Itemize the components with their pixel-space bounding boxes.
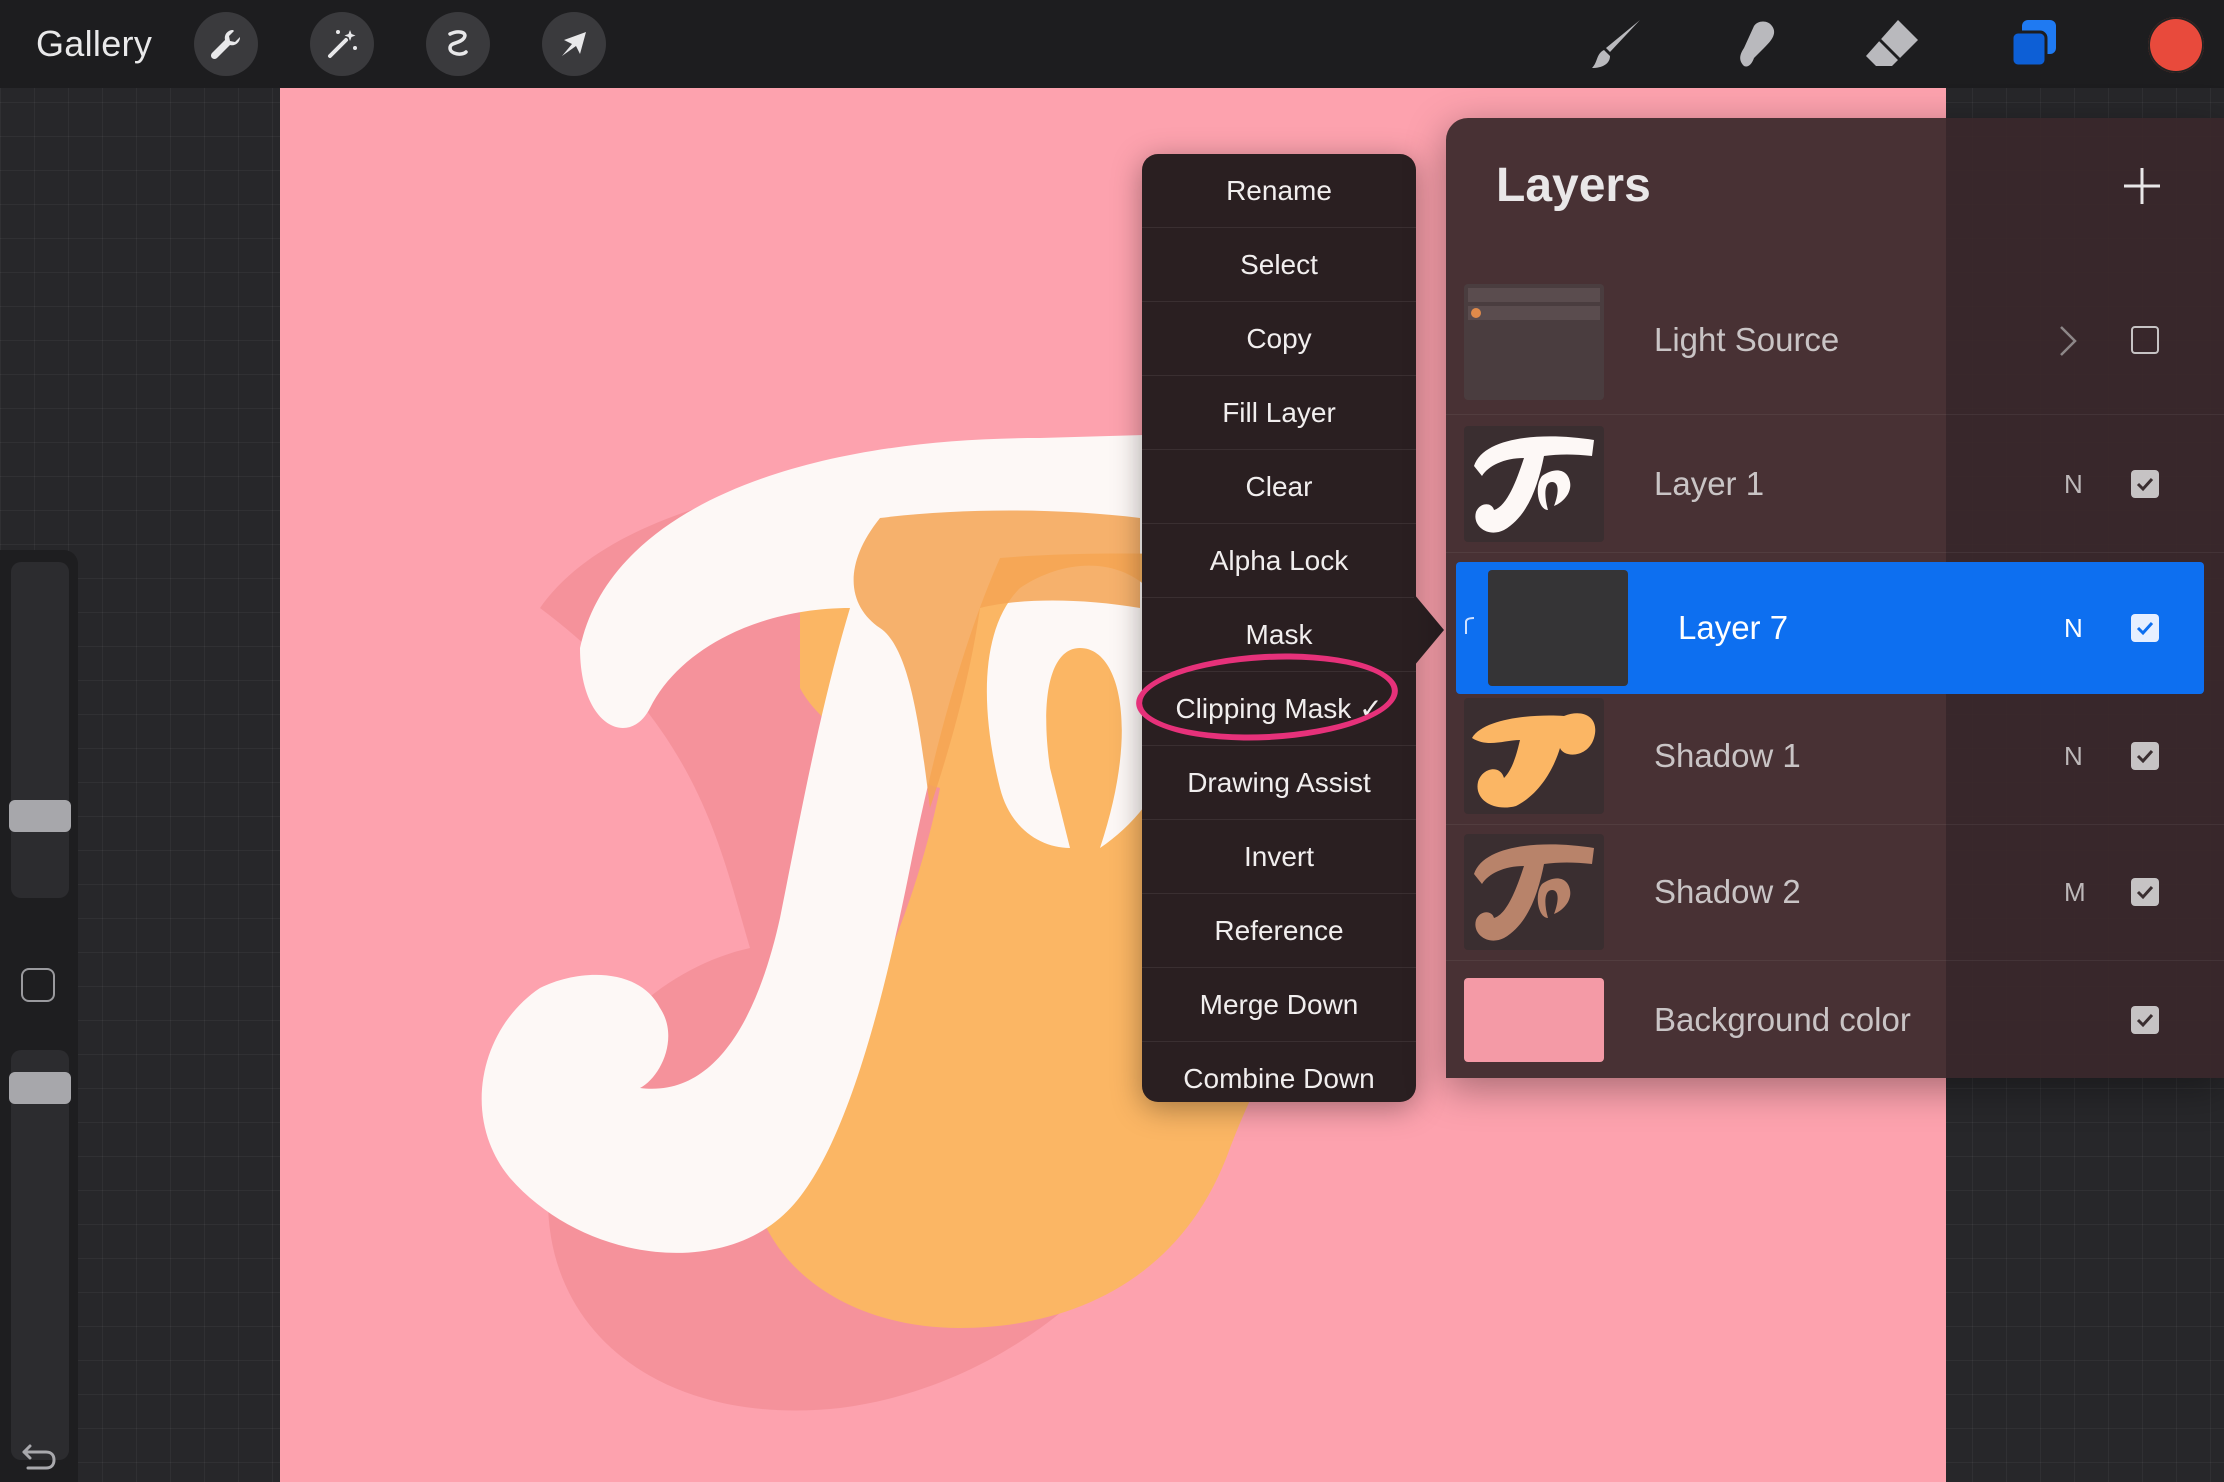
layer-thumbnail: [1464, 426, 1604, 542]
chevron-right-icon[interactable]: [2058, 324, 2078, 358]
transform-button[interactable]: [542, 12, 606, 76]
modify-button[interactable]: [21, 968, 55, 1002]
blend-mode-label[interactable]: N: [2064, 416, 2083, 552]
actions-button[interactable]: [194, 12, 258, 76]
top-toolbar: Gallery: [0, 0, 2224, 88]
undo-icon[interactable]: [20, 1440, 58, 1470]
menu-item-select[interactable]: Select: [1142, 228, 1416, 302]
menu-item-rename[interactable]: Rename: [1142, 154, 1416, 228]
blend-mode-label[interactable]: N: [2064, 688, 2083, 824]
opacity-slider[interactable]: [11, 1050, 69, 1460]
menu-item-drawing-assist[interactable]: Drawing Assist: [1142, 746, 1416, 820]
add-layer-icon[interactable]: [2122, 166, 2162, 206]
smudge-icon: [1740, 21, 1775, 67]
magic-wand-icon: [328, 30, 357, 58]
layer-row-shadow-2[interactable]: Shadow 2 M: [1446, 824, 2224, 961]
checkmark-icon: [2136, 885, 2154, 900]
layer-name: Layer 1: [1654, 465, 1765, 502]
brush-size-thumb[interactable]: [9, 800, 71, 832]
brush-icon: [1592, 20, 1640, 68]
layer-visibility-checkbox[interactable]: [2131, 742, 2159, 770]
layers-panel: Layers Light Source Layer 1 N Layer 7 N …: [1446, 118, 2224, 1078]
layer-thumbnail: [1464, 284, 1604, 400]
layer-visibility-checkbox[interactable]: [2131, 326, 2159, 354]
layer-row-shadow-1[interactable]: Shadow 1 N: [1446, 688, 2224, 825]
menu-pointer-arrow: [1414, 594, 1444, 666]
layer-row-layer-1[interactable]: Layer 1 N: [1446, 416, 2224, 553]
layer-thumbnail: [1464, 698, 1604, 814]
layer-row-light-source[interactable]: Light Source: [1446, 266, 2224, 415]
layer-thumbnail: [1488, 570, 1628, 686]
menu-item-invert[interactable]: Invert: [1142, 820, 1416, 894]
menu-item-reference[interactable]: Reference: [1142, 894, 1416, 968]
layers-title: Layers: [1496, 159, 1651, 212]
layer-name: Shadow 1: [1654, 737, 1801, 774]
menu-item-copy[interactable]: Copy: [1142, 302, 1416, 376]
layer-options-menu: Rename Select Copy Fill Layer Clear Alph…: [1142, 154, 1416, 1102]
checkmark-icon: [2136, 749, 2154, 764]
brush-size-slider[interactable]: [11, 562, 69, 898]
menu-item-alpha-lock[interactable]: Alpha Lock: [1142, 524, 1416, 598]
layer-row-background-color[interactable]: Background color: [1446, 960, 2224, 1072]
layer-row-layer-7[interactable]: Layer 7 N: [1456, 562, 2204, 694]
menu-item-merge-down[interactable]: Merge Down: [1142, 968, 1416, 1042]
shadow2-lettering-thumbnail: [1474, 844, 1594, 941]
layer-name: Layer 7: [1678, 609, 1789, 646]
clipping-indicator-icon: [1465, 617, 1475, 634]
layer-visibility-checkbox[interactable]: [2131, 1006, 2159, 1034]
selection-icon: [448, 30, 468, 56]
blend-mode-label[interactable]: M: [2064, 824, 2086, 960]
adjustments-button[interactable]: [310, 12, 374, 76]
layer-visibility-checkbox[interactable]: [2131, 878, 2159, 906]
gallery-button[interactable]: Gallery: [36, 0, 152, 88]
menu-item-clear[interactable]: Clear: [1142, 450, 1416, 524]
smudge-button[interactable]: [1720, 10, 1788, 78]
blend-mode-label[interactable]: N: [2064, 562, 2083, 694]
checkmark-icon: [2136, 477, 2154, 492]
color-picker-button[interactable]: [2148, 17, 2204, 73]
layers-button[interactable]: [2000, 10, 2068, 78]
opacity-thumb[interactable]: [9, 1072, 71, 1104]
checkmark-icon: [2136, 1013, 2154, 1028]
left-sidebar: [0, 550, 78, 1482]
checkmark-icon: [2136, 621, 2154, 636]
eraser-icon: [1866, 20, 1918, 66]
try-lettering-thumbnail: [1474, 436, 1594, 533]
layer-visibility-checkbox[interactable]: [2131, 470, 2159, 498]
brush-button[interactable]: [1582, 10, 1650, 78]
eraser-button[interactable]: [1858, 10, 1926, 78]
selection-button[interactable]: [426, 12, 490, 76]
layers-icon: [2010, 20, 2056, 68]
layer-name: Light Source: [1654, 321, 1840, 358]
layer-name: Shadow 2: [1654, 873, 1801, 910]
menu-item-fill-layer[interactable]: Fill Layer: [1142, 376, 1416, 450]
layer-name: Background color: [1654, 1001, 1911, 1038]
layer-visibility-checkbox[interactable]: [2131, 614, 2159, 642]
menu-item-combine-down[interactable]: Combine Down: [1142, 1042, 1416, 1115]
transform-arrow-icon: [562, 32, 586, 56]
layer-thumbnail: [1464, 834, 1604, 950]
background-color-swatch: [1464, 978, 1604, 1062]
group-thumbnail-preview: [1468, 288, 1600, 320]
shadow-lettering-thumbnail: [1472, 713, 1596, 808]
wrench-icon: [210, 29, 241, 60]
